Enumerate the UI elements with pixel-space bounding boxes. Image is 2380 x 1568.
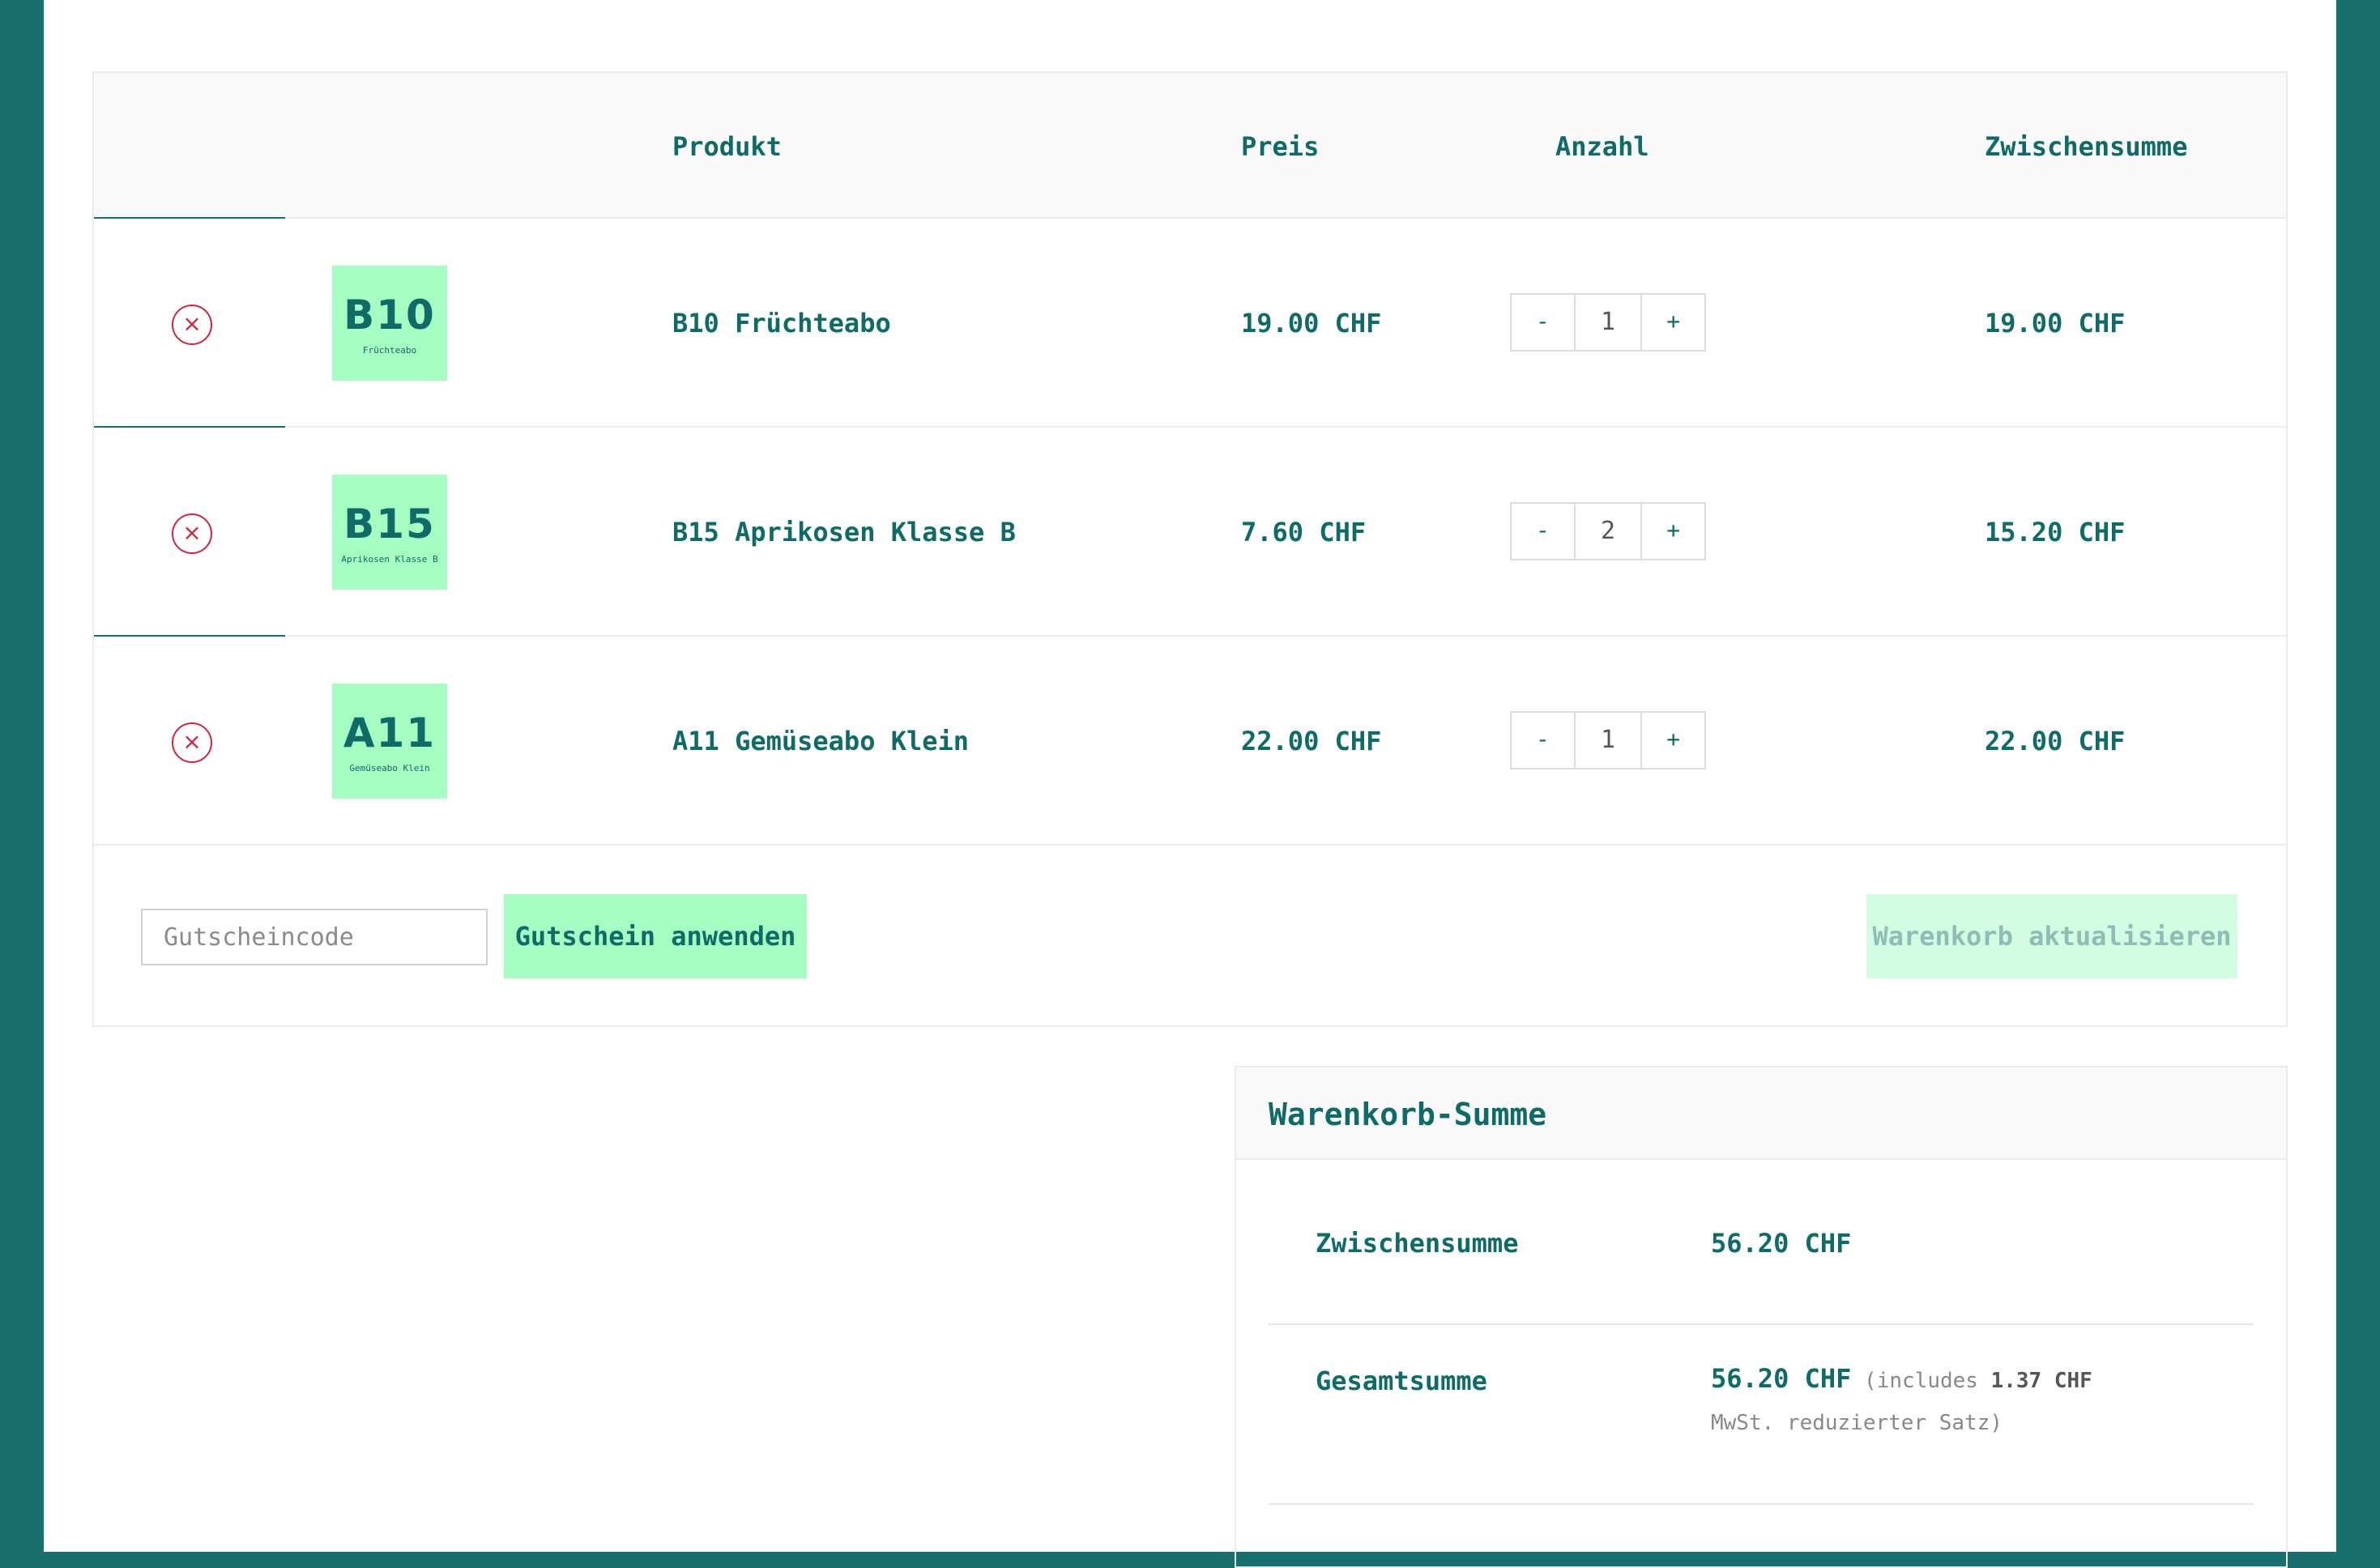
thumbnail-subtitle: Früchteabo [362,345,417,356]
quantity-minus-button[interactable]: - [1512,713,1574,768]
totals-subtotal-value: 56.20 CHF [1711,1228,1852,1259]
quantity-plus-button[interactable]: + [1642,295,1704,350]
remove-item-icon[interactable]: × [172,305,212,345]
product-name-link[interactable]: B10 Früchteabo [672,308,891,339]
product-subtotal: 22.00 CHF [1985,726,2126,756]
remove-item-icon[interactable]: × [172,722,212,763]
quantity-plus-button[interactable]: + [1642,713,1704,768]
totals-subtotal-row: Zwischensumme 56.20 CHF [1269,1160,2254,1325]
header-subtotal: Zwischensumme [1985,131,2188,162]
totals-total-label: Gesamtsumme [1316,1366,1487,1396]
quantity-stepper: - 1 + [1510,293,1706,352]
tax-suffix: MwSt. reduzierter Satz) [1711,1411,2003,1435]
product-name-link[interactable]: A11 Gemüseabo Klein [672,726,969,756]
cart-table: Produkt Preis Anzahl Zwischensumme × B10… [92,71,2288,1027]
apply-coupon-button[interactable]: Gutschein anwenden [504,894,807,978]
thumbnail-subtitle: Aprikosen Klasse B [341,554,438,565]
product-price: 19.00 CHF [1241,308,1382,339]
cart-totals: Warenkorb-Summe Zwischensumme 56.20 CHF … [1235,1066,2288,1568]
header-quantity: Anzahl [1555,131,1649,162]
product-name-link[interactable]: B15 Aprikosen Klasse B [672,517,1016,548]
header-product: Produkt [672,131,782,162]
totals-total-block: 56.20 CHF (includes 1.37 CHF MwSt. reduz… [1711,1357,2165,1444]
tax-amount: 1.37 CHF [1990,1369,2092,1393]
thumbnail-code: B15 [343,501,436,548]
quantity-stepper: - 2 + [1510,502,1706,560]
thumbnail-code: B10 [343,292,436,339]
product-subtotal: 19.00 CHF [1985,308,2126,339]
update-cart-button[interactable]: Warenkorb aktualisieren [1866,894,2237,978]
quantity-stepper: - 1 + [1510,711,1706,769]
table-row: × B10 Früchteabo B10 Früchteabo 19.00 CH… [94,217,2286,428]
page: Produkt Preis Anzahl Zwischensumme × B10… [44,0,2336,1568]
product-price: 7.60 CHF [1241,517,1367,548]
table-row: × B15 Aprikosen Klasse B B15 Aprikosen K… [94,426,2286,637]
quantity-minus-button[interactable]: - [1512,504,1574,559]
product-thumbnail[interactable]: A11 Gemüseabo Klein [332,684,447,799]
remove-item-icon[interactable]: × [172,513,212,554]
table-row: × A11 Gemüseabo Klein A11 Gemüseabo Klei… [94,635,2286,846]
cart-totals-title: Warenkorb-Summe [1269,1097,1547,1132]
quantity-plus-button[interactable]: + [1642,504,1704,559]
quantity-input[interactable]: 2 [1573,504,1643,559]
thumbnail-subtitle: Gemüseabo Klein [349,763,430,773]
cart-totals-header: Warenkorb-Summe [1236,1067,2286,1160]
product-price: 22.00 CHF [1241,726,1382,756]
totals-subtotal-label: Zwischensumme [1316,1228,1519,1259]
product-thumbnail[interactable]: B15 Aprikosen Klasse B [332,475,447,590]
cart-table-header: Produkt Preis Anzahl Zwischensumme [94,73,2286,219]
quantity-input[interactable]: 1 [1573,295,1643,350]
product-subtotal: 15.20 CHF [1985,517,2126,548]
product-thumbnail[interactable]: B10 Früchteabo [332,266,447,381]
row-accent-line [94,635,285,637]
totals-total-row: Gesamtsumme 56.20 CHF (includes 1.37 CHF… [1269,1325,2254,1505]
tax-prefix: (includes [1864,1369,1978,1393]
row-accent-line [94,426,285,428]
header-price: Preis [1241,131,1320,162]
coupon-row: Gutschein anwenden Warenkorb aktualisier… [94,846,2286,1027]
thumbnail-code: A11 [343,709,437,756]
coupon-code-input[interactable] [141,909,488,965]
totals-total-value: 56.20 CHF [1711,1363,1852,1394]
row-accent-line [94,217,285,219]
quantity-minus-button[interactable]: - [1512,295,1574,350]
quantity-input[interactable]: 1 [1573,713,1643,768]
